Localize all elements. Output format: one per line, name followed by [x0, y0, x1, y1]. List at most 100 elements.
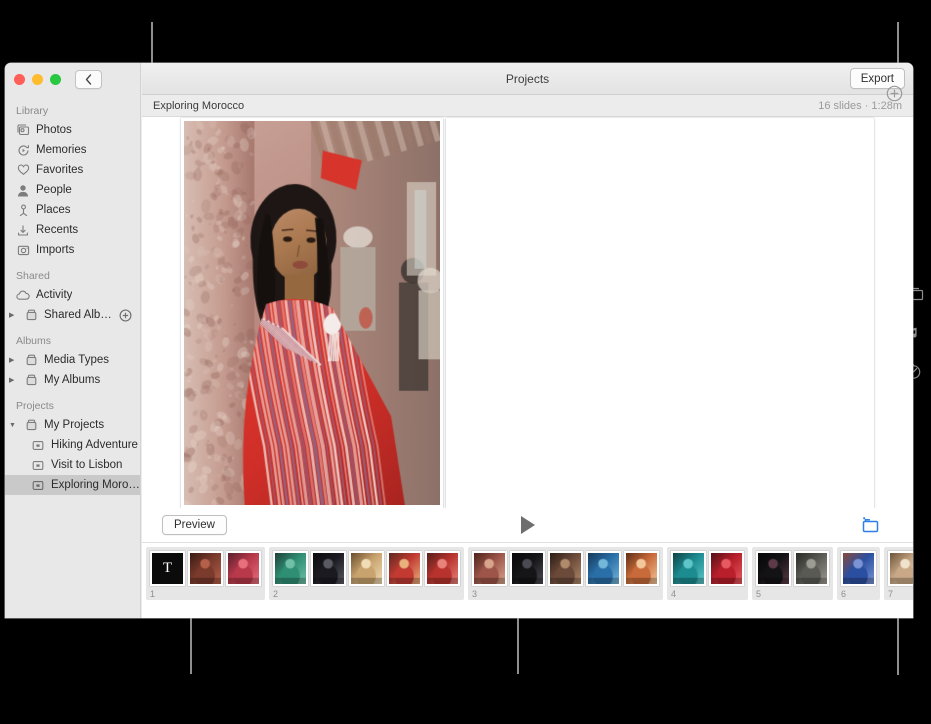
filmstrip-thumbnail[interactable] [349, 551, 384, 586]
sidebar-section-projects-header: Projects [5, 390, 140, 415]
slide-count: 16 slides [818, 100, 861, 112]
filmstrip-thumbnail[interactable] [671, 551, 706, 586]
sidebar-item-label: People [36, 184, 72, 196]
person-icon [16, 183, 30, 197]
play-button[interactable] [521, 516, 535, 534]
thumbnail-image [427, 553, 458, 584]
add-to-album-icon[interactable] [861, 517, 881, 534]
project-name: Exploring Morocco [153, 100, 244, 112]
sidebar-item-hiking-adventure[interactable]: Hiking Adventure [5, 435, 140, 455]
preview-button[interactable]: Preview [162, 515, 227, 535]
zoom-window-button[interactable] [50, 74, 61, 85]
sidebar-item-imports[interactable]: Imports [5, 240, 140, 260]
thumbnail-image [512, 553, 543, 584]
add-slide-button[interactable] [886, 85, 903, 102]
filmstrip-thumbnail[interactable] [841, 551, 876, 586]
sidebar-item-recents[interactable]: Recents [5, 220, 140, 240]
album-icon [24, 353, 38, 367]
filmstrip-group[interactable]: 7 [884, 547, 913, 600]
filmstrip-thumbs [756, 551, 829, 586]
filmstrip-thumbnail[interactable] [548, 551, 583, 586]
sidebar-item-shared-albums[interactable]: ▶ Shared Albums [5, 305, 140, 325]
filmstrip-group[interactable]: 2 [269, 547, 464, 600]
filmstrip-thumbs [273, 551, 460, 586]
disclosure-triangle-collapsed-icon[interactable]: ▶ [9, 377, 18, 384]
disclosure-triangle-collapsed-icon[interactable]: ▶ [9, 312, 18, 319]
filmstrip-group-number: 3 [472, 586, 659, 600]
filmstrip-thumbnail[interactable] [510, 551, 545, 586]
disclosure-triangle-expanded-icon[interactable]: ▼ [9, 422, 18, 429]
thumbnail-image [474, 553, 505, 584]
minimize-window-button[interactable] [32, 74, 43, 85]
filmstrip-thumbnail[interactable] [586, 551, 621, 586]
cloud-icon [16, 288, 30, 302]
filmstrip-thumbnail[interactable] [425, 551, 460, 586]
filmstrip-group-number: 6 [841, 586, 876, 600]
filmstrip-thumbnail[interactable] [311, 551, 346, 586]
stage-photo-right[interactable] [446, 118, 874, 508]
window-title: Projects [506, 72, 549, 86]
thumbnail-image [796, 553, 827, 584]
filmstrip-title-slide[interactable]: T [150, 551, 185, 586]
filmstrip-thumbnail[interactable] [756, 551, 791, 586]
sidebar-item-people[interactable]: People [5, 180, 140, 200]
close-window-button[interactable] [14, 74, 25, 85]
window-titlebar-left [5, 63, 140, 95]
meta-separator: · [865, 100, 869, 112]
sidebar-item-my-projects[interactable]: ▼ My Projects [5, 415, 140, 435]
filmstrip[interactable]: T1 234567 [142, 543, 913, 618]
filmstrip-thumbnail[interactable] [273, 551, 308, 586]
sidebar: Library Photos Memories Favorites People… [5, 63, 141, 618]
filmstrip-group[interactable]: 3 [468, 547, 663, 600]
sidebar-item-visit-to-lisbon[interactable]: Visit to Lisbon [5, 455, 140, 475]
sidebar-item-my-albums[interactable]: ▶ My Albums [5, 370, 140, 390]
thumbnail-image [758, 553, 789, 584]
sidebar-item-label: Visit to Lisbon [51, 459, 122, 471]
filmstrip-thumbnail[interactable] [472, 551, 507, 586]
filmstrip-thumbnail[interactable] [226, 551, 261, 586]
stage-photo-left[interactable] [181, 118, 443, 508]
heart-icon [16, 163, 30, 177]
thumbnail-image [588, 553, 619, 584]
filmstrip-thumbnail[interactable] [709, 551, 744, 586]
sidebar-item-label: Hiking Adventure [51, 439, 138, 451]
filmstrip-thumbnail[interactable] [188, 551, 223, 586]
filmstrip-group[interactable]: T1 [146, 547, 265, 600]
filmstrip-thumbnail[interactable] [387, 551, 422, 586]
sidebar-item-memories[interactable]: Memories [5, 140, 140, 160]
screenshot-root: Library Photos Memories Favorites People… [0, 0, 931, 724]
photos-app-window: Library Photos Memories Favorites People… [5, 63, 913, 618]
sidebar-section-shared-header: Shared [5, 260, 140, 285]
filmstrip-group-number: 5 [756, 586, 829, 600]
sidebar-item-label: Recents [36, 224, 78, 236]
filmstrip-group-number: 2 [273, 586, 460, 600]
sidebar-item-label: Photos [36, 124, 72, 136]
filmstrip-thumbnail[interactable] [888, 551, 913, 586]
sidebar-item-exploring-morocco[interactable]: Exploring Moroc... [5, 475, 140, 495]
filmstrip-thumbnail[interactable] [794, 551, 829, 586]
sidebar-item-places[interactable]: Places [5, 200, 140, 220]
slideshow-icon [31, 478, 45, 492]
thumbnail-image [550, 553, 581, 584]
filmstrip-group[interactable]: 6 [837, 547, 880, 600]
imports-icon [16, 243, 30, 257]
thumbnail-image [190, 553, 221, 584]
slideshow-icon [31, 458, 45, 472]
filmstrip-group[interactable]: 5 [752, 547, 833, 600]
album-icon [24, 373, 38, 387]
disclosure-triangle-collapsed-icon[interactable]: ▶ [9, 357, 18, 364]
sidebar-item-favorites[interactable]: Favorites [5, 160, 140, 180]
add-shared-album-icon[interactable] [119, 309, 132, 322]
slideshow-icon [31, 438, 45, 452]
back-button[interactable] [75, 70, 102, 89]
sidebar-item-photos[interactable]: Photos [5, 120, 140, 140]
sidebar-item-media-types[interactable]: ▶ Media Types [5, 350, 140, 370]
sidebar-item-activity[interactable]: Activity [5, 285, 140, 305]
thumbnail-image [673, 553, 704, 584]
album-icon [24, 418, 38, 432]
filmstrip-thumbnail[interactable] [624, 551, 659, 586]
filmstrip-group[interactable]: 4 [667, 547, 748, 600]
sidebar-item-label: Imports [36, 244, 74, 256]
memories-icon [16, 143, 30, 157]
sidebar-section-library-header: Library [5, 101, 140, 120]
